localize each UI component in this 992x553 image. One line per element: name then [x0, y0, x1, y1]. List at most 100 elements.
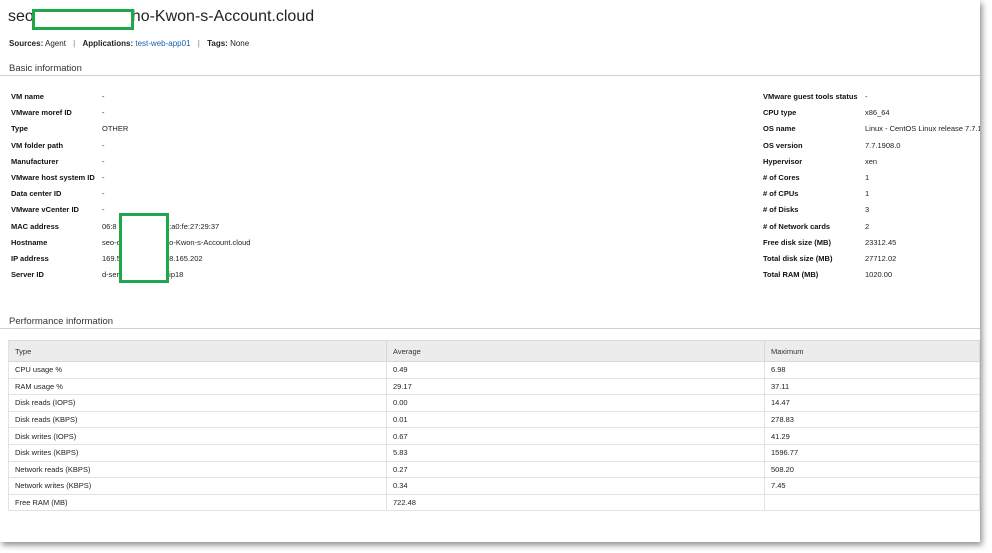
- info-label: Total disk size (MB): [763, 254, 833, 263]
- cell-maximum: 1596.77: [764, 444, 980, 462]
- info-value: 27712.02: [865, 254, 897, 263]
- cell-average: 0.67: [386, 427, 765, 445]
- table-row: Disk reads (KBPS) 0.01 278.83: [8, 411, 980, 429]
- cell-maximum: 37.11: [764, 378, 980, 396]
- table-row: Disk reads (IOPS) 0.00 14.47: [8, 394, 980, 412]
- info-value: 7.7.1908.0: [865, 140, 901, 150]
- info-label: Type: [11, 124, 28, 134]
- info-row: # of Network cards 2: [763, 222, 980, 232]
- info-row: VM name -: [11, 92, 311, 102]
- info-label: Free disk size (MB): [763, 237, 831, 247]
- info-label: VMware vCenter ID: [11, 205, 79, 215]
- cell-type: CPU usage %: [8, 361, 387, 379]
- column-header-average[interactable]: Average: [386, 340, 765, 362]
- table-row: CPU usage % 0.49 6.98: [8, 361, 980, 379]
- info-row: OS name Linux - CentOS Linux release 7.7.…: [763, 124, 980, 134]
- info-value: 2: [865, 221, 870, 231]
- info-value: -: [102, 156, 105, 166]
- info-label: VMware moref ID: [11, 108, 72, 118]
- info-row: VMware guest tools status -: [763, 92, 980, 102]
- table-row: Free RAM (MB) 722.48: [8, 494, 980, 512]
- info-label: Hostname: [11, 237, 48, 247]
- info-value: -: [865, 92, 868, 101]
- cell-type: RAM usage %: [8, 378, 387, 396]
- table-row: Disk writes (IOPS) 0.67 41.29: [8, 427, 980, 445]
- title-suffix: ho-Kwon-s-Account.cloud: [131, 8, 315, 25]
- info-value-tail: 6:a0:fe:27:29:37: [165, 221, 220, 231]
- applications-link[interactable]: test-web-app01: [135, 39, 190, 48]
- info-row: OS version 7.7.1908.0: [763, 141, 980, 151]
- info-value: 23312.45: [865, 237, 897, 247]
- info-label: MAC address: [11, 221, 59, 231]
- info-row: Manufacturer -: [11, 157, 311, 167]
- info-label: VMware guest tools status: [763, 92, 858, 101]
- cell-maximum: [764, 494, 980, 512]
- cell-maximum: 41.29: [764, 427, 980, 445]
- cell-average: 29.17: [386, 378, 765, 396]
- cell-maximum: 278.83: [764, 411, 980, 429]
- info-row: VMware moref ID -: [11, 108, 311, 118]
- info-label: VM name: [11, 92, 44, 101]
- cell-maximum: 508.20: [764, 461, 980, 479]
- info-row: Hypervisor xen: [763, 157, 980, 167]
- info-value: xen: [865, 156, 878, 166]
- redaction-box: [32, 9, 134, 30]
- info-value: -: [102, 205, 105, 215]
- info-value-tail: ho-Kwon-s-Account.cloud: [165, 237, 251, 247]
- title-prefix: seo: [8, 8, 34, 25]
- cell-type: Free RAM (MB): [8, 494, 387, 512]
- info-label: # of Cores: [763, 173, 800, 182]
- info-row: # of Disks 3: [763, 205, 980, 215]
- info-row: VMware host system ID -: [11, 173, 311, 183]
- cell-average: 0.00: [386, 394, 765, 412]
- sources-label: Sources:: [9, 39, 44, 48]
- info-row: CPU type x86_64: [763, 108, 980, 118]
- cell-type: Disk reads (KBPS): [8, 411, 387, 429]
- table-row: Disk writes (KBPS) 5.83 1596.77: [8, 444, 980, 462]
- info-label: Manufacturer: [11, 156, 59, 166]
- info-label: OS name: [763, 124, 796, 134]
- performance-heading: Performance information: [9, 316, 114, 327]
- info-label: Data center ID: [11, 189, 62, 199]
- info-value: -: [102, 189, 105, 199]
- divider: [0, 328, 980, 329]
- meta-line: Sources: Agent | Applications: test-web-…: [9, 39, 249, 48]
- info-label: # of CPUs: [763, 189, 799, 199]
- cell-average: 0.34: [386, 477, 765, 495]
- divider: [0, 75, 980, 76]
- info-value: Linux - CentOS Linux release 7.7.1: [865, 124, 980, 134]
- column-header-maximum[interactable]: Maximum: [764, 340, 980, 362]
- cell-type: Disk writes (IOPS): [8, 427, 387, 445]
- info-value: OTHER: [102, 124, 129, 134]
- cell-maximum: 14.47: [764, 394, 980, 412]
- info-label: # of Network cards: [763, 221, 831, 231]
- info-value: 169.5: [102, 254, 121, 263]
- cell-type: Network writes (KBPS): [8, 477, 387, 495]
- info-value: d-ser: [102, 270, 120, 280]
- info-label: OS version: [763, 140, 803, 150]
- basic-info-heading: Basic information: [9, 63, 82, 74]
- cell-average: 0.27: [386, 461, 765, 479]
- info-row: # of Cores 1: [763, 173, 980, 183]
- cell-average: 722.48: [386, 494, 765, 512]
- info-value-tail: 78.165.202: [165, 254, 203, 263]
- info-row: Free disk size (MB) 23312.45: [763, 238, 980, 248]
- column-header-type[interactable]: Type: [8, 340, 387, 362]
- info-value: -: [102, 108, 105, 118]
- separator: |: [73, 39, 76, 48]
- info-row: Type OTHER: [11, 124, 311, 134]
- info-value: -: [102, 92, 105, 101]
- info-label: Hypervisor: [763, 156, 803, 166]
- table-row: Network writes (KBPS) 0.34 7.45: [8, 477, 980, 495]
- cell-maximum: 7.45: [764, 477, 980, 495]
- info-value: seo-c: [102, 237, 121, 247]
- sources-value: Agent: [45, 39, 66, 48]
- info-label: # of Disks: [763, 205, 799, 215]
- info-row: VM folder path -: [11, 141, 311, 151]
- tags-label: Tags:: [207, 39, 228, 48]
- info-value: 1: [865, 173, 870, 182]
- cell-average: 0.49: [386, 361, 765, 379]
- info-value: 1: [865, 189, 870, 199]
- server-details-panel: seo ho-Kwon-s-Account.cloud Sources: Agen…: [0, 0, 980, 542]
- info-value: x86_64: [865, 108, 890, 118]
